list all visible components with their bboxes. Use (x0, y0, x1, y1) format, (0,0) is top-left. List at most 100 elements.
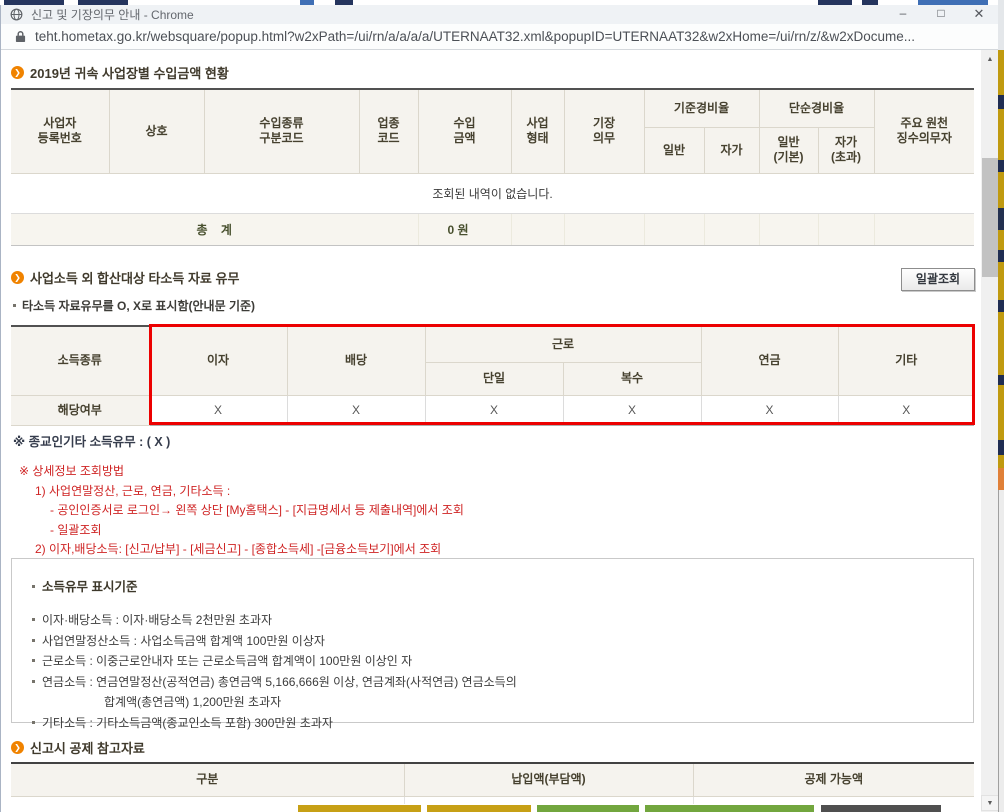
detail-line: 2) 이자,배당소득: [신고/납부] - [세금신고] - [종합소득세] -… (35, 542, 442, 556)
globe-icon (10, 8, 23, 21)
url-text: teht.hometax.go.kr/websquare/popup.html?… (35, 29, 916, 44)
col-group-simple-rate: 단순경비율 (758, 88, 875, 128)
section-bullet-icon: ❯ (11, 271, 24, 284)
section-bullet-icon: ❯ (11, 66, 24, 79)
background-fragment (998, 468, 1004, 490)
value-interest: X (148, 394, 288, 426)
value-dividend: X (286, 394, 426, 426)
table-row (11, 796, 974, 804)
total-label: 총 계 (11, 212, 419, 246)
col-group-standard-rate: 기준경비율 (643, 88, 760, 128)
empty-cell (703, 212, 760, 246)
window-title: 신고 및 기장의무 안내 - Chrome (31, 8, 194, 22)
scrollbar-thumb[interactable] (982, 158, 998, 277)
deduction-reference-table: 구분 납입액(부담액) 공제 가능액 (11, 762, 974, 804)
col-group-labor: 근로 (424, 325, 702, 363)
other-income-table: 소득종류 이자 배당 근로 연금 기타 단일 복수 해당여부 X X X X X… (11, 325, 974, 426)
empty-cell (643, 212, 705, 246)
criteria-item: 기타소득 : 기타소득금액(종교인소득 포함) 300만원 초과자 (32, 713, 953, 734)
bottom-button-5[interactable] (821, 805, 941, 812)
col-header-category: 구분 (11, 762, 405, 797)
criteria-item: 사업연말정산소득 : 사업소득금액 합계액 100만원 이상자 (32, 631, 953, 652)
detail-info-block: ※ 상세정보 조회방법 1) 사업연말정산, 근로, 연금, 기타소득 : - … (19, 462, 464, 560)
income-status-table: 사업자 등록번호 상호 수입종류 구분코드 업종 코드 수입 금액 사업 형태 … (11, 88, 975, 246)
empty-cell (693, 796, 974, 804)
detail-heading: ※ 상세정보 조회방법 (19, 464, 125, 478)
scroll-up-button[interactable]: ▲ (981, 52, 999, 68)
bottom-button-2[interactable] (427, 805, 531, 812)
col-header-paid-amount: 납입액(부담액) (403, 762, 694, 797)
value-labor-multiple: X (562, 394, 702, 426)
criteria-item-continuation: 합계액(총연금액) 1,200만원 초과자 (104, 695, 282, 709)
background-fragment (998, 440, 1004, 455)
col-header-biz-no: 사업자 등록번호 (11, 88, 110, 174)
bottom-button-4[interactable] (645, 805, 814, 812)
detail-line: - 공인인증서로 로그인→ 왼쪽 상단 [My홈택스] - [지급명세서 등 제… (50, 503, 464, 517)
section2-title-text: 사업소득 외 합산대상 타소득 자료 유무 (30, 271, 240, 286)
page-content: ❯ 2019년 귀속 사업장별 수입금액 현황 사업자 등록번호 상호 수입종류… (1, 50, 999, 812)
col-header-deductible-amount: 공제 가능액 (692, 762, 974, 797)
col-header-bookkeeping-duty: 기장 의무 (563, 88, 645, 174)
col-header-other: 기타 (837, 325, 974, 396)
background-page-strip (998, 0, 1004, 812)
col-header-withholding-agent: 주요 원천 징수의무자 (873, 88, 975, 174)
popup-window: 신고 및 기장의무 안내 - Chrome – □ ✕ teht.hometax… (0, 5, 999, 812)
col-header-industry-code: 업종 코드 (358, 88, 419, 174)
criteria-title: 소득유무 표시기준 (32, 576, 953, 595)
empty-cell (817, 212, 875, 246)
address-bar[interactable]: teht.hometax.go.kr/websquare/popup.html?… (1, 24, 998, 50)
detail-line: 1) 사업연말정산, 근로, 연금, 기타소득 : (35, 483, 231, 498)
empty-cell (758, 212, 819, 246)
table-row: 해당여부 X X X X X X (11, 394, 974, 426)
col-header-labor-multiple: 복수 (562, 361, 701, 396)
background-fragment (998, 0, 1004, 50)
empty-cell (873, 212, 975, 246)
col-header-standard-general: 일반 (644, 126, 705, 174)
total-value: 0 원 (417, 212, 512, 246)
empty-cell (510, 212, 565, 246)
section3-title-text: 신고시 공제 참고자료 (30, 741, 145, 756)
col-header-dividend: 배당 (286, 325, 426, 396)
maximize-button[interactable]: □ (922, 5, 960, 24)
col-header-simple-general: 일반 (기본) (758, 126, 819, 174)
row-header-applicable: 해당여부 (11, 394, 150, 426)
other-income-note: 타소득 자료유무를 O, X로 표시함(안내문 기준) (13, 297, 255, 314)
background-fragment (998, 490, 1004, 812)
lock-icon (15, 30, 26, 43)
col-header-pension: 연금 (700, 325, 839, 396)
col-header-trade-name: 상호 (108, 88, 205, 174)
empty-cell (404, 796, 694, 804)
minimize-button[interactable]: – (884, 5, 922, 24)
col-header-labor-single: 단일 (425, 361, 564, 396)
value-pension: X (700, 394, 839, 426)
section2-title: ❯ 사업소득 외 합산대상 타소득 자료 유무 (11, 268, 239, 287)
col-header-income-type-code: 수입종류 구분코드 (203, 88, 360, 174)
scroll-down-button[interactable]: ▼ (981, 795, 999, 811)
section1-title-text: 2019년 귀속 사업장별 수입금액 현황 (30, 66, 229, 81)
table-row: 조회된 내역이 없습니다. (11, 172, 975, 214)
value-other: X (837, 394, 974, 426)
col-header-business-form: 사업 형태 (510, 88, 565, 174)
criteria-item: 근로소득 : 이중근로안내자 또는 근로소득금액 합계액이 100만원 이상인 … (32, 651, 953, 672)
section1-title: ❯ 2019년 귀속 사업장별 수입금액 현황 (11, 63, 229, 82)
section-bullet-icon: ❯ (11, 741, 24, 754)
close-button[interactable]: ✕ (960, 5, 998, 24)
bottom-button-3[interactable] (537, 805, 639, 812)
bottom-button-1[interactable] (298, 805, 421, 812)
criteria-item: 이자·배당소득 : 이자·배당소득 2천만원 초과자 (32, 610, 953, 631)
background-fragment (998, 208, 1004, 230)
religious-income-note: ※ 종교인기타 소득유무 : ( X ) (13, 435, 171, 449)
window-titlebar: 신고 및 기장의무 안내 - Chrome – □ ✕ (1, 5, 998, 24)
batch-inquiry-button[interactable]: 일괄조회 (901, 268, 975, 291)
background-fragment (998, 375, 1004, 385)
col-header-simple-self: 자가 (초과) (817, 126, 875, 174)
empty-message: 조회된 내역이 없습니다. (11, 172, 975, 214)
table-row: 총 계 0 원 (11, 212, 975, 246)
value-labor-single: X (424, 394, 564, 426)
criteria-box: 소득유무 표시기준 이자·배당소득 : 이자·배당소득 2천만원 초과자 사업연… (11, 558, 974, 730)
section3-title: ❯ 신고시 공제 참고자료 (11, 738, 145, 757)
criteria-item: 연금소득 : 연금연말정산(공적연금) 총연금액 5,166,666원 이상, … (32, 672, 953, 693)
background-fragment (998, 300, 1004, 312)
scrollbar[interactable]: ▲ ▼ (981, 50, 999, 812)
col-header-standard-self: 자가 (703, 126, 760, 174)
